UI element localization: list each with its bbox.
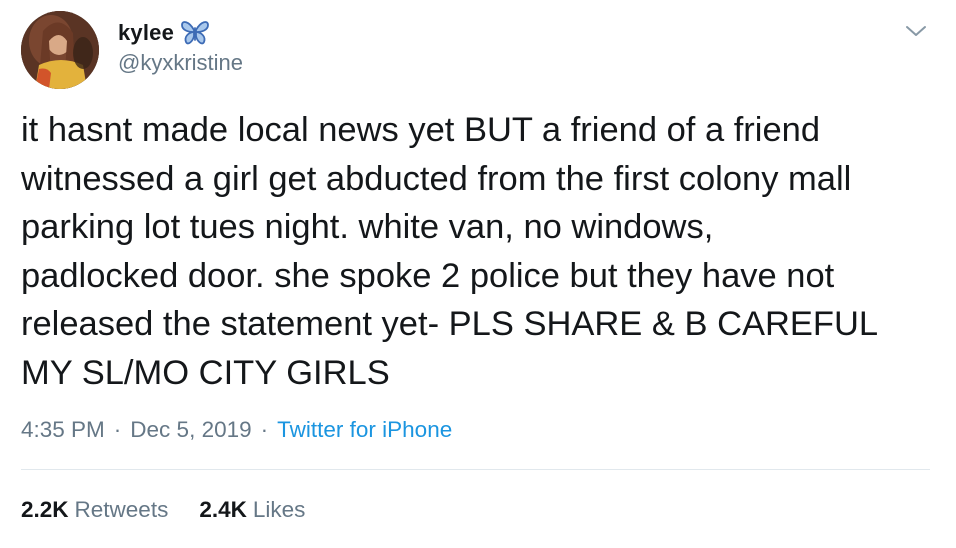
butterfly-icon	[180, 20, 210, 46]
tweet-meta: 4:35 PM · Dec 5, 2019 · Twitter for iPho…	[21, 417, 452, 443]
tweet-stats: 2.2K Retweets 2.4K Likes	[21, 497, 305, 523]
tweet-time[interactable]: 4:35 PM	[21, 417, 105, 443]
meta-separator: ·	[113, 417, 122, 442]
likes-stat[interactable]: 2.4K Likes	[199, 497, 305, 523]
user-handle[interactable]: @kyxkristine	[118, 50, 243, 76]
meta-separator: ·	[260, 417, 269, 442]
likes-count: 2.4K	[199, 497, 247, 522]
author-name-row: kylee	[118, 18, 210, 48]
tweet-card: kylee @kyxkristine it hasnt made local n…	[0, 0, 956, 548]
avatar-image	[21, 11, 99, 89]
tweet-date[interactable]: Dec 5, 2019	[130, 417, 251, 443]
chevron-down-icon[interactable]	[903, 22, 929, 40]
retweets-stat[interactable]: 2.2K Retweets	[21, 497, 168, 523]
likes-label: Likes	[252, 497, 306, 522]
tweet-source-link[interactable]: Twitter for iPhone	[277, 417, 452, 443]
divider	[21, 469, 930, 470]
display-name[interactable]: kylee	[118, 20, 174, 46]
retweets-count: 2.2K	[21, 497, 69, 522]
tweet-text: it hasnt made local news yet BUT a frien…	[21, 111, 879, 392]
retweets-label: Retweets	[74, 497, 169, 522]
avatar[interactable]	[21, 11, 99, 89]
